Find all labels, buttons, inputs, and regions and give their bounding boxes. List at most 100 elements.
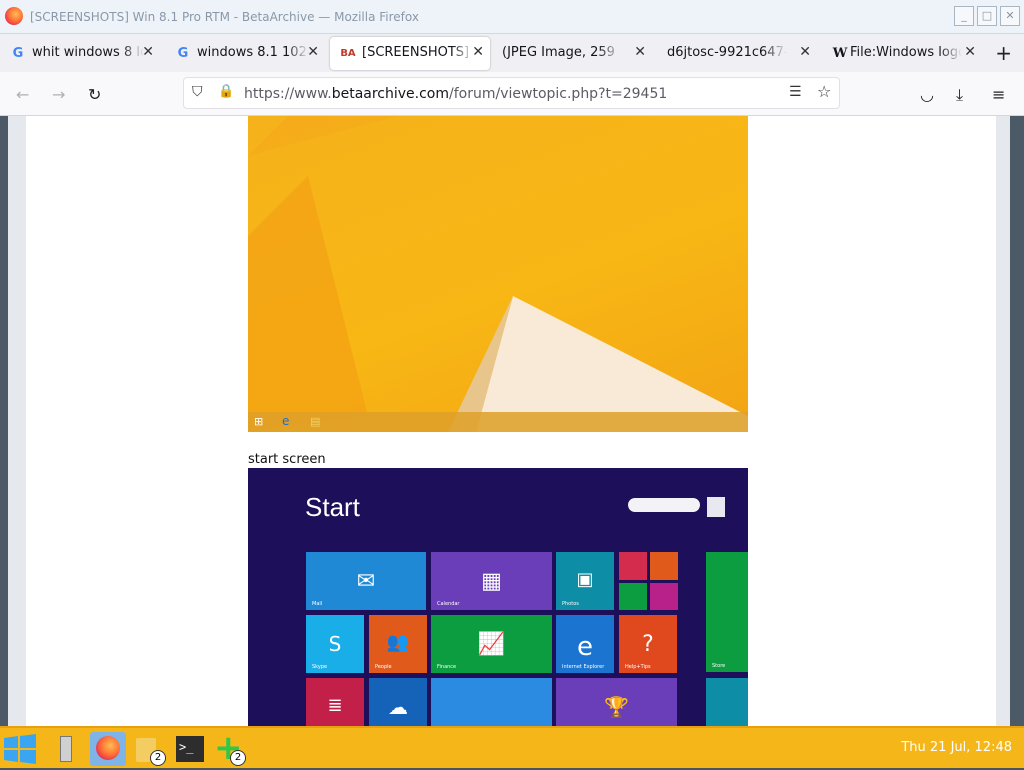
tile-games[interactable] [619,583,647,610]
tab-label: d6jtosc-9921c647-e1 [667,45,787,60]
system-clock[interactable]: Thu 21 Jul, 12:48 [901,740,1012,755]
window-count-badge: 2 [230,750,246,766]
tile-label: Help+Tips [625,664,651,670]
tab-jpeg-image[interactable]: (JPEG Image, 259 × 1 ✕ [492,37,652,70]
tile-label: Photos [562,601,579,607]
tile-sport[interactable]: 🏆 [556,678,677,726]
firefox-icon [96,736,120,760]
start-title: Start [305,492,360,522]
list-icon: ≣ [327,695,343,717]
tab-label: (JPEG Image, 259 × 1 [502,45,622,60]
tab-google-search-1[interactable]: G whit windows 8 lo ✕ [0,37,160,70]
tab-image-file[interactable]: d6jtosc-9921c647-e1 ✕ [657,37,817,70]
lock-icon[interactable]: 🔒 [218,84,234,99]
window-title: [SCREENSHOTS] Win 8.1 Pro RTM - BetaArch… [30,10,419,24]
tab-label: whit windows 8 lo [32,45,144,60]
downloads-icon[interactable]: ⤓ [956,85,963,105]
new-tab-button[interactable]: + [995,41,1012,65]
tile-internet-explorer[interactable]: e Internet Explorer [556,615,614,673]
zip-icon [60,736,72,762]
betaarchive-icon: BA [340,48,356,59]
tile-finance[interactable]: 📈 Finance [431,615,552,673]
close-tab-icon[interactable]: ✕ [634,44,646,60]
close-window-button[interactable]: ✕ [1000,6,1020,26]
firefox-taskbar-button[interactable] [90,732,126,766]
ie-icon: e [282,414,290,428]
tile-people[interactable]: 👥 People [369,615,427,673]
back-button[interactable]: ← [16,85,29,104]
url-text[interactable]: https://www.betaarchive.com/forum/viewto… [244,86,667,102]
tile-label: Finance [437,664,457,670]
tile-help-tips[interactable]: ? Help+Tips [619,615,677,673]
close-tab-icon[interactable]: ✕ [472,44,484,60]
tab-label: File:Windows logo [850,45,962,60]
tile-label: Mail [312,601,323,607]
wikipedia-icon: W [832,46,848,61]
cloud-icon: ☁ [388,695,408,720]
tile-video[interactable] [619,552,647,580]
file-manager-button[interactable]: 2 [130,732,166,766]
window-titlebar: [SCREENSHOTS] Win 8.1 Pro RTM - BetaArch… [0,0,1024,34]
close-tab-icon[interactable]: ✕ [964,44,976,60]
terminal-button[interactable]: >_ [172,732,208,766]
mail-icon: ✉ [356,569,376,595]
navigation-toolbar: ← → ↻ ⛉ 🔒 https://www.betaarchive.com/fo… [0,72,1024,116]
google-icon: G [177,46,189,61]
minimize-button[interactable]: _ [954,6,974,26]
shield-icon[interactable]: ⛉ [192,84,203,100]
archive-manager-button[interactable] [48,732,84,766]
desktop-screenshot-image[interactable]: ⊞ e ▤ [248,116,748,432]
forward-button[interactable]: → [52,85,65,104]
tile-calendar[interactable]: ▦ Calendar [431,552,552,610]
reader-view-icon[interactable]: ☰ [789,84,802,100]
tile-weather[interactable] [431,678,552,726]
firefox-logo-icon [5,7,23,25]
tile-store[interactable]: Store [706,552,748,672]
tile-music[interactable] [650,552,678,580]
tile-skype[interactable]: S Skype [306,615,364,673]
maximize-button[interactable]: □ [977,6,997,26]
bookmark-star-icon[interactable]: ☆ [817,82,831,101]
photos-icon: ▣ [576,569,594,591]
tile-onedrive[interactable]: ☁ [369,678,427,726]
page-viewport: ⊞ e ▤ start screen Start ✉ Mail ▦ Calendar… [0,116,1024,726]
people-icon: 👥 [386,632,410,654]
tile-label: Internet Explorer [562,664,605,670]
tab-betaarchive[interactable]: BA [SCREENSHOTS] W ✕ [330,37,490,70]
close-tab-icon[interactable]: ✕ [307,44,319,60]
tab-label: [SCREENSHOTS] W [362,45,474,60]
reload-button[interactable]: ↻ [88,85,101,104]
user-avatar [707,497,725,517]
tile-photos[interactable]: ▣ Photos [556,552,614,610]
tile-camera[interactable] [650,583,678,610]
screenshot-taskbar: ⊞ e ▤ [248,412,748,432]
tile-mail[interactable]: ✉ Mail [306,552,426,610]
tile-reading-list[interactable]: ≣ [306,678,364,726]
close-tab-icon[interactable]: ✕ [142,44,154,60]
tab-wikipedia[interactable]: W File:Windows logo ✕ [822,37,982,70]
tab-google-search-2[interactable]: G windows 8.1 1024 ✕ [165,37,325,70]
windows-logo-icon: ⊞ [254,415,264,428]
desktop-wallpaper [248,116,748,432]
start-screen-screenshot-image[interactable]: Start ✉ Mail ▦ Calendar ▣ Photos Store S Sky… [248,468,748,726]
tile-label: Calendar [437,601,460,607]
start-button[interactable] [2,732,38,766]
google-icon: G [12,46,24,61]
window-count-badge: 2 [150,750,166,766]
pocket-icon[interactable]: ◡ [920,85,934,104]
menu-icon[interactable]: ≡ [992,85,1005,104]
skype-icon: S [328,632,342,657]
terminal-icon: >_ [176,736,204,762]
os-taskbar: 2 >_ + 2 Thu 21 Jul, 12:48 [0,726,1024,768]
tile-maps[interactable] [706,678,748,726]
url-bar[interactable]: ⛉ 🔒 https://www.betaarchive.com/forum/vi… [183,77,840,109]
add-application-button[interactable]: + 2 [212,728,248,768]
close-tab-icon[interactable]: ✕ [799,44,811,60]
tile-label: Skype [312,664,328,670]
tab-label: windows 8.1 1024 [197,45,309,60]
chart-icon: 📈 [477,632,506,658]
user-name-redacted [628,498,700,512]
help-icon: ? [642,632,654,658]
folder-icon: ▤ [310,415,321,428]
trophy-icon: 🏆 [604,695,629,720]
